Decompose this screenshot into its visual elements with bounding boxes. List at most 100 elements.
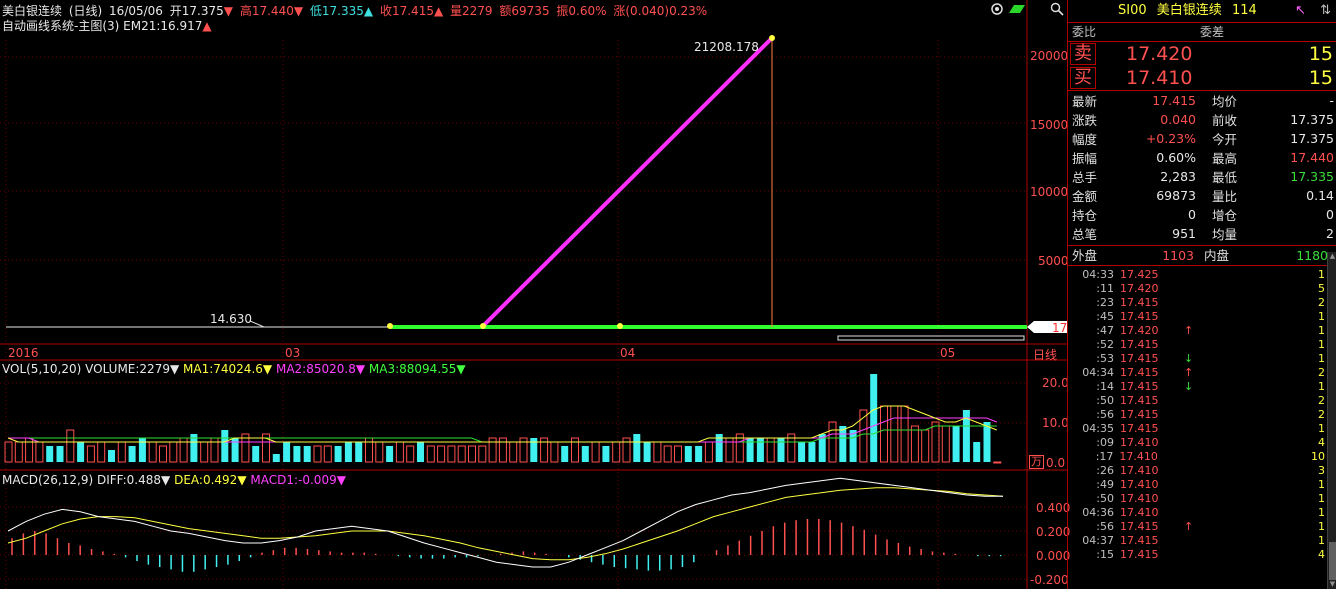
stat-value: 0 (1326, 207, 1334, 222)
tick-row: :26 17.410 3 (1068, 464, 1336, 478)
volume-bar (159, 445, 167, 463)
chart-area[interactable] (0, 0, 1067, 589)
volume-bar (437, 445, 446, 463)
stat-label: 前收 (1212, 113, 1238, 128)
volume-bar (674, 445, 682, 463)
x-tick: 04 (620, 346, 636, 360)
tick-price: 17.410 (1120, 506, 1159, 519)
stat-label: 振幅 (1072, 151, 1098, 166)
current-price-label: 17 (1052, 321, 1068, 335)
scroll-down-icon[interactable]: ▼ (1328, 580, 1336, 589)
volume-bar (221, 430, 229, 462)
tick-price: 17.420 (1120, 282, 1159, 295)
volume-bar (941, 425, 950, 463)
x-tick: 2016 (8, 346, 39, 360)
waipan-row: 外盘 1103 内盘 1180 (1068, 246, 1336, 266)
volume-bar (478, 445, 487, 463)
volume-bar (468, 445, 476, 463)
tick-row: :52 17.415 1 (1068, 338, 1336, 352)
tick-time: 04:34 (1082, 366, 1114, 379)
volume-bar (426, 445, 435, 463)
range-scroller[interactable] (837, 335, 1025, 341)
stat-value: 0.60% (1156, 150, 1196, 165)
volume-bar (169, 441, 178, 463)
tick-time: 04:33 (1082, 268, 1114, 281)
volume-bar (890, 405, 899, 463)
stat-label: 今开 (1212, 132, 1238, 147)
scroll-thumb[interactable] (1329, 542, 1336, 580)
tick-time: :52 (1096, 338, 1114, 351)
tick-time: :50 (1096, 492, 1114, 505)
neipan-label: 内盘 (1204, 248, 1230, 263)
tick-row: :14 17.415 ↓ 1 (1068, 380, 1336, 394)
x-tick: 05 (940, 346, 956, 360)
tick-arrow: ↑ (1184, 520, 1194, 533)
instrument-count: 114 (1231, 3, 1257, 18)
tick-time: :53 (1096, 352, 1114, 365)
volume-bar (828, 421, 837, 463)
volume-bar (406, 445, 415, 463)
volume-bar (35, 441, 44, 463)
stat-label: 金额 (1072, 189, 1098, 204)
vol-unit-label: 万 (1029, 455, 1044, 469)
stat-label: 持仓 (1072, 208, 1098, 223)
stat-value: 2,283 (1160, 169, 1196, 184)
volume-bar (612, 441, 621, 463)
volume-bar (591, 441, 600, 463)
tick-arrow (1184, 408, 1314, 422)
tick-time: :50 (1096, 394, 1114, 407)
sell-row[interactable]: 卖 17.420 15 (1068, 42, 1336, 66)
tick-list[interactable]: 04:33 17.425 1:11 17.420 5:23 17.415 2:45 17.41… (1068, 266, 1336, 562)
volume-bar (684, 446, 692, 462)
tick-arrow (1184, 394, 1314, 408)
buy-label: 买 (1070, 67, 1096, 89)
cursor-icon[interactable]: ↖ (1295, 3, 1306, 18)
stat-value: 17.440 (1290, 150, 1334, 165)
vol-value: VOLUME:2279 (85, 362, 170, 376)
volume-bar (457, 445, 466, 463)
tick-time: 04:35 (1082, 422, 1114, 435)
stat-value: 17.375 (1290, 131, 1334, 146)
tick-time: :47 (1096, 324, 1114, 337)
ma1-arrow: ▼ (262, 362, 273, 376)
instrument-code: SI00 (1118, 3, 1147, 18)
tick-scrollbar[interactable]: ▲ ▼ (1327, 252, 1336, 589)
y-tick: 10000 (1030, 185, 1069, 199)
x-tick: 03 (285, 346, 301, 360)
volume-bar (293, 446, 301, 462)
tick-row: :53 17.415 ↓ 1 (1068, 352, 1336, 366)
volume-bar (97, 441, 106, 463)
switch-icon[interactable]: ⇅ (1320, 3, 1331, 18)
stats-row: 幅度 +0.23% 今开 17.375 (1070, 129, 1336, 148)
tick-price: 17.410 (1119, 450, 1158, 463)
volume-bar (66, 429, 75, 463)
tick-arrow (1184, 422, 1314, 436)
macd-header: MACD(26,12,9) DIFF:0.488▼ DEA:0.492▼ MAC… (2, 473, 346, 487)
buy-row[interactable]: 买 17.410 15 (1068, 66, 1336, 91)
sell-price: 17.420 (1126, 43, 1193, 65)
ma1-line (7, 405, 997, 443)
tick-arrow: ↑ (1184, 366, 1194, 379)
sell-volume: 15 (1308, 43, 1333, 65)
volume-bar (386, 446, 394, 462)
volume-bar (355, 442, 363, 462)
vol-y-tick: 0.0 (1046, 456, 1066, 470)
period-tag[interactable]: 日线 (1033, 346, 1057, 363)
volume-bar (561, 446, 569, 462)
diff-value: DIFF:0.488 (96, 473, 162, 487)
tick-arrow (1183, 450, 1311, 464)
volume-bar (880, 405, 888, 463)
stat-label: 最新 (1072, 94, 1098, 109)
scroll-up-icon[interactable]: ▲ (1328, 252, 1336, 261)
tick-arrow (1184, 478, 1314, 492)
stat-value: 17.415 (1152, 93, 1196, 108)
trough-pointer (249, 320, 265, 328)
tick-time: :45 (1096, 310, 1114, 323)
instrument-name-panel: 美白银连续 (1156, 3, 1222, 18)
stat-value: 69873 (1156, 188, 1196, 203)
stats-row: 总笔 951 均量 2 (1070, 224, 1336, 243)
tick-row: :56 17.415 2 (1068, 408, 1336, 422)
trend-point (480, 323, 486, 329)
volume-bar (303, 446, 311, 462)
volume-bar (910, 425, 919, 463)
